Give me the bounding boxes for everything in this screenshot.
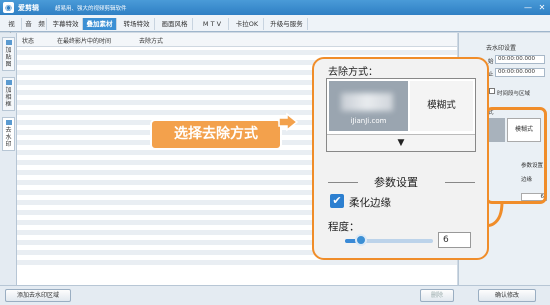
list-row-stripe — [17, 50, 457, 55]
degree-label: 程度： — [328, 221, 360, 233]
app-logo-icon: ◉ — [3, 2, 14, 13]
arrow-right-icon — [278, 112, 299, 132]
tab-add-frame[interactable]: 加相框 — [2, 77, 15, 111]
sticker-icon — [6, 40, 12, 45]
blurred-region — [341, 93, 393, 111]
menu-mtv[interactable]: M T V — [196, 18, 229, 30]
close-button[interactable]: ✕ — [536, 2, 548, 13]
menu-subtitle-effects[interactable]: 字幕特效 — [49, 18, 83, 30]
removal-method-callout: 去除方式： iJianJi.com 模糊式 ▼ 参数设置 ✔ 柔化边缘 程度： … — [312, 57, 489, 260]
check-icon: ✔ — [332, 194, 342, 207]
column-status: 状态 — [22, 38, 35, 45]
degree-value-field[interactable]: 6 — [438, 232, 471, 248]
menu-picture-style[interactable]: 画面风格 — [157, 18, 193, 30]
tab-remove-watermark[interactable]: 去水印 — [2, 117, 15, 151]
range-checkbox[interactable] — [489, 88, 495, 94]
callout-title: 去除方式： — [328, 67, 378, 78]
settings-title: 去水印设置 — [486, 45, 517, 52]
left-tab-bar: 加贴图 加相框 去水印 — [0, 33, 17, 285]
end-time-field[interactable]: 00:00:00.000 — [495, 68, 545, 77]
menu-audio[interactable]: 音 频 — [24, 18, 47, 30]
frame-icon — [6, 80, 12, 85]
add-watermark-area-button[interactable]: 添加去水印区域 — [5, 289, 71, 302]
app-subtitle: 超易用、强大的视频剪辑软件 — [55, 6, 127, 12]
tab-add-sticker[interactable]: 加贴图 — [2, 37, 15, 71]
params-section-title: 参数设置 — [374, 176, 418, 189]
menu-transition-effects[interactable]: 转场特效 — [119, 18, 155, 30]
app-title: 爱剪辑 — [18, 4, 39, 12]
tab-label: 去水印 — [5, 127, 12, 148]
title-bar: ◉ 爱剪辑 超易用、强大的视频剪辑软件 — ✕ — [0, 0, 550, 15]
watermark-thumbnail: iJianJi.com — [329, 81, 408, 131]
menu-karaoke[interactable]: 卡拉OK — [231, 18, 264, 30]
soft-edge-checkbox[interactable]: ✔ — [330, 194, 344, 208]
blur-option-label[interactable]: 模糊式 — [410, 81, 473, 131]
tab-label: 加贴图 — [5, 47, 12, 68]
soft-edge-label: 柔化边缘 — [349, 197, 391, 209]
range-label: 时间段与区域 — [497, 91, 531, 97]
watermark-text: iJianJi.com — [350, 117, 387, 125]
menu-video[interactable]: 视 频 — [2, 18, 22, 40]
dropdown-arrow-button[interactable]: ▼ — [327, 134, 475, 151]
menu-upgrade-service[interactable]: 升级与服务 — [266, 18, 308, 30]
menu-overlay-material[interactable]: 叠加素材 — [83, 18, 117, 30]
list-row-stripe — [17, 260, 457, 265]
start-label: 始 — [488, 59, 494, 65]
list-header: 状态 在最终影片中的时间 去除方式 — [17, 33, 457, 47]
select-method-callout: 选择去除方式 — [150, 119, 282, 150]
start-time-field[interactable]: 00:00:00.000 — [495, 55, 545, 64]
bottom-toolbar: 添加去水印区域 删除 确认修改 — [0, 285, 550, 305]
delete-button[interactable]: 删除 — [420, 289, 454, 302]
highlight-frame — [485, 107, 547, 204]
confirm-edit-button[interactable]: 确认修改 — [478, 289, 536, 302]
menu-bar: 视 频 音 频 字幕特效 叠加素材 转场特效 画面风格 M T V 卡拉OK 升… — [0, 15, 550, 40]
column-time: 在最终影片中的时间 — [57, 38, 112, 45]
method-selector[interactable]: iJianJi.com 模糊式 ▼ — [326, 78, 476, 152]
slider-handle[interactable] — [354, 234, 367, 246]
column-method: 去除方式 — [139, 38, 164, 45]
tab-label: 加相框 — [5, 87, 12, 108]
minimize-button[interactable]: — — [522, 2, 534, 13]
divider — [445, 182, 475, 183]
watermark-icon — [6, 120, 12, 125]
chevron-down-icon: ▼ — [397, 138, 405, 148]
